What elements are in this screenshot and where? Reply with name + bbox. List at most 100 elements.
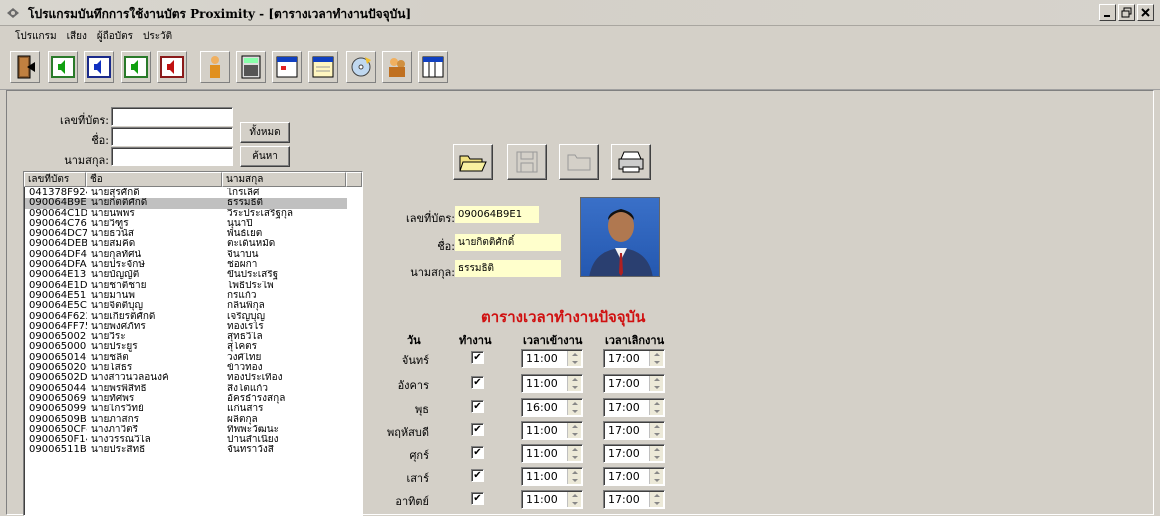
start-time-spinner[interactable]: 16:00: [521, 398, 583, 417]
cell-name: นางภาวิตรี: [91, 424, 139, 435]
table-row[interactable]: 090064B9E1 นายกิตติศักดิ์ ธรรมธิติ: [25, 198, 347, 209]
start-time-value: 16:00: [526, 401, 558, 414]
spin-arrows-icon[interactable]: [567, 400, 581, 415]
sound-2-button[interactable]: [84, 51, 114, 83]
cell-card-number: 041378F924: [29, 188, 87, 198]
col-card-header[interactable]: เลขที่บัตร: [24, 172, 86, 187]
notepad-icon: [312, 56, 334, 78]
work-checkbox[interactable]: ✔: [471, 492, 484, 505]
table-row[interactable]: 090064E1DD นายชาติชาย โพธิ์ประไพ: [25, 281, 347, 291]
name-input[interactable]: [111, 127, 233, 146]
spin-arrows-icon[interactable]: [649, 492, 663, 507]
work-checkbox[interactable]: ✔: [471, 423, 484, 436]
notepad-button[interactable]: [308, 51, 338, 83]
open-button[interactable]: [453, 144, 493, 180]
table-row[interactable]: 0900650695 นายทัศพร อัครธำรงสกุล: [25, 394, 347, 404]
spin-arrows-icon[interactable]: [567, 469, 581, 484]
sound-3-button[interactable]: [121, 51, 151, 83]
table-row[interactable]: 0900650441 นายพรพิสิทธิ์ สิงโตแก้ว: [25, 384, 347, 394]
menu-sound[interactable]: เสียง: [62, 27, 92, 45]
work-checkbox[interactable]: ✔: [471, 376, 484, 389]
table-row[interactable]: 090064E512 นายมานพ กรแก้ว: [25, 291, 347, 301]
table-row[interactable]: 0900650999 นายไกรวิทย์ แก่นสาร: [25, 404, 347, 414]
spin-arrows-icon[interactable]: [649, 351, 663, 366]
table-row[interactable]: 090064C1D2 นายนพพร วีระประเสริฐกุล: [25, 209, 347, 219]
table-row[interactable]: 090064FF75 นายพงศภัทร ทองเรไร: [25, 322, 347, 332]
menu-program[interactable]: โปรแกรม: [10, 27, 62, 45]
end-time-spinner[interactable]: 17:00: [603, 444, 665, 463]
users-button[interactable]: [382, 51, 412, 83]
start-time-spinner[interactable]: 11:00: [521, 349, 583, 368]
close-button[interactable]: [1137, 4, 1154, 21]
table-row[interactable]: 090064E5C7 นายจิตติบุญ กลิ่นพิกุล: [25, 301, 347, 311]
end-time-value: 17:00: [608, 493, 640, 506]
col-name-header[interactable]: ชื่อ: [86, 172, 222, 187]
work-checkbox[interactable]: ✔: [471, 400, 484, 413]
table-row[interactable]: 090065000F นายประยูร สุโคตร: [25, 342, 347, 352]
exit-button[interactable]: [10, 51, 40, 83]
restore-button[interactable]: [1118, 4, 1135, 21]
print-button[interactable]: [611, 144, 651, 180]
table-row[interactable]: 090064F622 นายเกียรติศักดิ์ เจริญบุญ: [25, 312, 347, 322]
cd-button[interactable]: [346, 51, 376, 83]
start-time-spinner[interactable]: 11:00: [521, 490, 583, 509]
table-row[interactable]: 090064C761 นายวิฑูร นุนาปี: [25, 219, 347, 229]
minimize-button[interactable]: [1099, 4, 1116, 21]
calendar-button[interactable]: [272, 51, 302, 83]
table-row[interactable]: 09006511B0 นายประสิทธิ์ จันทราวังสี: [25, 445, 347, 455]
spin-arrows-icon[interactable]: [649, 446, 663, 461]
table-button[interactable]: [418, 51, 448, 83]
table-row[interactable]: 090064DF4C นายกุลทัศน์ จินาบน: [25, 250, 347, 260]
table-row[interactable]: 0900650CF4 นางภาวิตรี ทิพพะวัฒนะ: [25, 425, 347, 435]
col-surname-header[interactable]: นามสกุล: [222, 172, 346, 187]
person-info-button[interactable]: [200, 51, 230, 83]
sound-1-button[interactable]: [48, 51, 78, 83]
close-folder-button[interactable]: [559, 144, 599, 180]
start-time-spinner[interactable]: 11:00: [521, 444, 583, 463]
end-time-spinner[interactable]: 17:00: [603, 398, 665, 417]
end-time-spinner[interactable]: 17:00: [603, 349, 665, 368]
start-time-spinner[interactable]: 11:00: [521, 374, 583, 393]
cardholder-list[interactable]: เลขที่บัตร ชื่อ นามสกุล 041378F924 นายสุร…: [23, 171, 363, 516]
spin-arrows-icon[interactable]: [649, 469, 663, 484]
start-time-spinner[interactable]: 11:00: [521, 467, 583, 486]
start-time-spinner[interactable]: 11:00: [521, 421, 583, 440]
spin-arrows-icon[interactable]: [649, 423, 663, 438]
spin-arrows-icon[interactable]: [649, 376, 663, 391]
spin-arrows-icon[interactable]: [567, 446, 581, 461]
work-checkbox[interactable]: ✔: [471, 469, 484, 482]
table-row[interactable]: 0900650F14 นางวรรณวิไล ปานสำเนียง: [25, 435, 347, 445]
card-number-input[interactable]: [111, 107, 233, 126]
table-row[interactable]: 090064DEBB นายสมคิด ตะเด็นหมัด: [25, 239, 347, 249]
spin-arrows-icon[interactable]: [649, 400, 663, 415]
table-row[interactable]: 090064E133 นายบัญญัติ ขึ้นประเสริฐ: [25, 270, 347, 280]
spin-arrows-icon[interactable]: [567, 351, 581, 366]
table-row[interactable]: 041378F924 นายสุรศักดิ์ ไกรเลิศ: [25, 188, 347, 198]
table-row[interactable]: 090064DFAE นายประจักษ์ ช่อผกา: [25, 260, 347, 270]
search-button[interactable]: ค้นหา: [240, 146, 290, 167]
table-row[interactable]: 0900650149 นายชลิต วงศ์ไทย: [25, 353, 347, 363]
end-time-spinner[interactable]: 17:00: [603, 467, 665, 486]
surname-input[interactable]: [111, 147, 233, 166]
table-row[interactable]: 090064DC7A นายธวนัส พันธ์เยต: [25, 229, 347, 239]
save-button[interactable]: [507, 144, 547, 180]
menu-history[interactable]: ประวัติ: [138, 27, 177, 45]
spin-arrows-icon[interactable]: [567, 423, 581, 438]
end-time-spinner[interactable]: 17:00: [603, 490, 665, 509]
table-row[interactable]: 09006502DB นางสาวนวลอนงค์ ทองประเทือง: [25, 373, 347, 383]
work-checkbox[interactable]: ✔: [471, 351, 484, 364]
sound-4-button[interactable]: [157, 51, 187, 83]
spin-arrows-icon[interactable]: [567, 492, 581, 507]
end-time-spinner[interactable]: 17:00: [603, 421, 665, 440]
menu-cardholder[interactable]: ผู้ถือบัตร: [92, 27, 138, 45]
show-all-button[interactable]: ทั้งหมด: [240, 122, 290, 143]
spin-arrows-icon[interactable]: [567, 376, 581, 391]
table-row[interactable]: 090065020C นายโสธร ข้าวทอง: [25, 363, 347, 373]
cell-name: นายประจักษ์: [91, 260, 145, 271]
cell-surname: กลิ่นพิกุล: [227, 301, 265, 312]
end-time-spinner[interactable]: 17:00: [603, 374, 665, 393]
calculator-button[interactable]: [236, 51, 266, 83]
work-checkbox[interactable]: ✔: [471, 446, 484, 459]
table-row[interactable]: 0900650026 นายวีระ สุทธวิไล: [25, 332, 347, 342]
table-row[interactable]: 09006509B3 นายภาสกร ผลิตกุล: [25, 415, 347, 425]
